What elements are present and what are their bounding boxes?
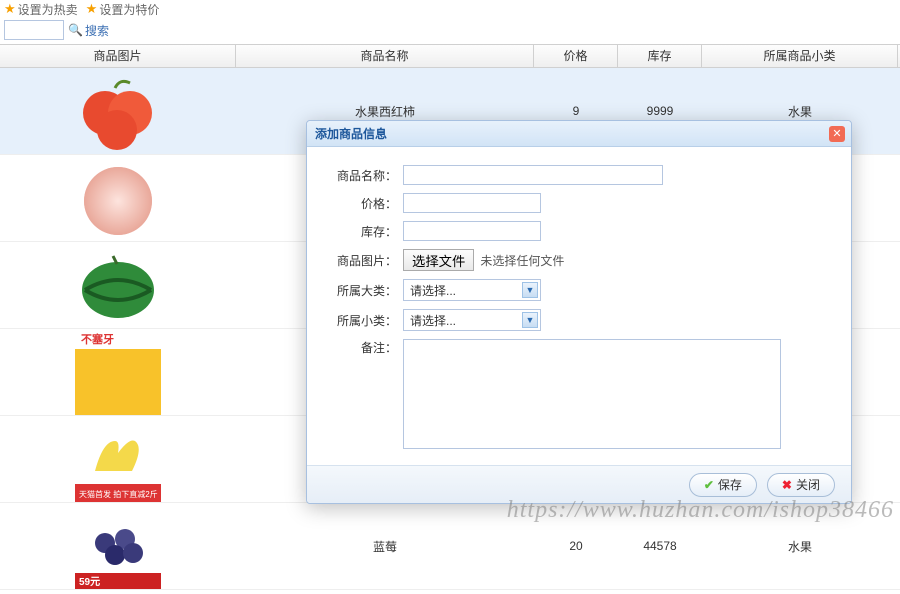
add-product-dialog: 添加商品信息 ✕ 商品名称： 价格： 库存： 商品图片： 选择文件 未选择任何文… <box>306 120 852 504</box>
bigcat-select[interactable]: 请选择... ▼ <box>403 279 541 301</box>
cell-stock: 9999 <box>618 104 702 118</box>
label-stock: 库存： <box>329 223 397 240</box>
dialog-titlebar[interactable]: 添加商品信息 ✕ <box>307 121 851 147</box>
table-header: 商品图片 商品名称 价格 库存 所属商品小类 <box>0 44 900 68</box>
dialog-footer: ✔ 保存 ✖ 关闭 <box>307 465 851 503</box>
cell-price: 20 <box>534 539 618 553</box>
search-input[interactable] <box>4 20 64 40</box>
set-hot-button[interactable]: ★ 设置为热卖 <box>4 1 78 18</box>
cell-name: 蓝莓 <box>236 538 534 555</box>
search-label: 搜索 <box>85 22 109 39</box>
product-thumb: 不塞牙 <box>75 329 161 415</box>
set-hot-label: 设置为热卖 <box>18 1 78 18</box>
file-none-text: 未选择任何文件 <box>480 252 564 269</box>
remark-textarea[interactable] <box>403 339 781 449</box>
close-label: 关闭 <box>796 476 820 493</box>
smallcat-value: 请选择... <box>410 312 456 329</box>
product-thumb <box>75 68 161 154</box>
name-input[interactable] <box>403 165 663 185</box>
chevron-down-icon: ▼ <box>522 312 538 328</box>
svg-text:天猫首发 拍下直减2斤: 天猫首发 拍下直减2斤 <box>79 489 158 499</box>
dialog-body: 商品名称： 价格： 库存： 商品图片： 选择文件 未选择任何文件 所属大类： 请… <box>307 147 851 465</box>
col-header-stock[interactable]: 库存 <box>618 45 702 67</box>
search-icon: 🔍 <box>68 23 83 37</box>
col-header-image[interactable]: 商品图片 <box>0 45 236 67</box>
cell-price: 9 <box>534 104 618 118</box>
star-icon: ★ <box>86 1 98 17</box>
choose-file-button[interactable]: 选择文件 <box>403 249 474 271</box>
table-row[interactable]: 59元 蓝莓 20 44578 水果 <box>0 503 900 590</box>
product-thumb <box>75 242 161 328</box>
close-icon: ✕ <box>832 127 841 140</box>
cell-stock: 44578 <box>618 539 702 553</box>
product-thumb: 天猫首发 拍下直减2斤 <box>75 416 161 502</box>
price-input[interactable] <box>403 193 541 213</box>
label-price: 价格： <box>329 195 397 212</box>
smallcat-select[interactable]: 请选择... ▼ <box>403 309 541 331</box>
label-bigcat: 所属大类： <box>329 282 397 299</box>
chevron-down-icon: ▼ <box>522 282 538 298</box>
cell-cat: 水果 <box>702 538 898 555</box>
label-smallcat: 所属小类： <box>329 312 397 329</box>
stock-input[interactable] <box>403 221 541 241</box>
bigcat-value: 请选择... <box>410 282 456 299</box>
x-icon: ✖ <box>782 478 792 492</box>
svg-text:59元: 59元 <box>79 576 100 588</box>
save-label: 保存 <box>718 476 742 493</box>
star-icon: ★ <box>4 1 16 17</box>
label-image: 商品图片： <box>329 252 397 269</box>
product-thumb <box>75 155 161 241</box>
dialog-close-button[interactable]: ✕ <box>829 126 845 142</box>
label-remark: 备注： <box>329 339 397 356</box>
dialog-title: 添加商品信息 <box>315 125 387 142</box>
check-icon: ✔ <box>704 478 714 492</box>
product-thumb: 59元 <box>75 503 161 589</box>
search-button[interactable]: 🔍 搜索 <box>68 22 109 39</box>
col-header-price[interactable]: 价格 <box>534 45 618 67</box>
set-special-button[interactable]: ★ 设置为特价 <box>86 1 160 18</box>
close-button[interactable]: ✖ 关闭 <box>767 473 835 497</box>
save-button[interactable]: ✔ 保存 <box>689 473 757 497</box>
col-header-name[interactable]: 商品名称 <box>236 45 534 67</box>
cell-name: 水果西红柿 <box>236 103 534 120</box>
cell-cat: 水果 <box>702 103 898 120</box>
set-special-label: 设置为特价 <box>99 1 159 18</box>
svg-text:不塞牙: 不塞牙 <box>81 332 114 346</box>
label-name: 商品名称： <box>329 167 397 184</box>
col-header-cat[interactable]: 所属商品小类 <box>702 45 898 67</box>
